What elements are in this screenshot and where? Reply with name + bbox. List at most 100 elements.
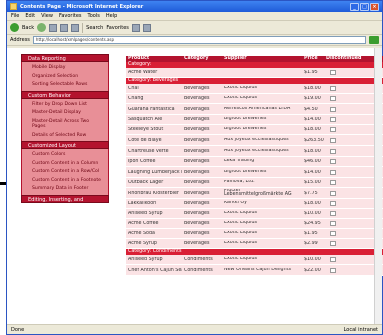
discontinued-checkbox[interactable] — [330, 169, 336, 175]
discontinued-checkbox[interactable] — [330, 96, 336, 101]
cell-supplier: Aux joyeux ecclésiastiques — [224, 137, 289, 142]
cell-product: Lakkalikööri — [128, 201, 157, 206]
back-icon[interactable] — [10, 23, 19, 32]
header-price[interactable]: Price — [302, 56, 324, 62]
cell-product: Rhönbräu Klosterbier — [128, 190, 179, 196]
cell-category: Beverages — [184, 96, 210, 101]
table-header: Product Category Supplier Price Disconti… — [126, 56, 383, 62]
minimize-button[interactable]: _ — [350, 2, 359, 11]
discontinued-checkbox[interactable] — [330, 257, 336, 262]
menu-favorites[interactable]: Favorites — [59, 13, 82, 19]
cell-supplier: Exotic Liquids — [224, 221, 257, 226]
cell-category: Beverages — [184, 180, 210, 185]
discontinued-checkbox[interactable] — [330, 117, 336, 122]
sidebar-item[interactable]: Details of Selected Row — [32, 133, 104, 139]
cell-category: Condiments — [184, 267, 213, 273]
cell-supplier: Leka Trading — [224, 159, 255, 164]
favorites-button[interactable]: Favorites — [106, 25, 129, 31]
mail-icon[interactable] — [142, 23, 151, 32]
history-icon[interactable] — [131, 23, 140, 32]
cell-product: Chai — [128, 86, 139, 91]
cell-category: Condiments — [184, 257, 213, 262]
cell-supplier: Bigfoot Breweries — [224, 127, 267, 132]
menu-help[interactable]: Help — [106, 13, 117, 19]
discontinued-checkbox[interactable] — [330, 267, 336, 273]
sidebar-item[interactable]: Master-Detail Display — [32, 110, 104, 116]
menu-edit[interactable]: Edit — [25, 13, 35, 19]
table-row: Acme Soda Beverages Exotic Liquids $1.95 — [126, 229, 383, 239]
cell-supplier: Aux joyeux ecclésiastiques — [224, 148, 289, 153]
discontinued-checkbox[interactable] — [330, 201, 336, 206]
forward-icon[interactable] — [37, 23, 47, 32]
discontinued-checkbox[interactable] — [330, 137, 336, 143]
sidebar-section-title[interactable]: Data Reporting — [21, 54, 109, 62]
cell-price: $18.00 — [304, 86, 321, 91]
cell-supplier: Exotic Liquids — [224, 96, 257, 101]
discontinued-checkbox[interactable] — [330, 148, 336, 154]
discontinued-checkbox[interactable] — [330, 221, 336, 226]
sidebar-item[interactable]: Custom Content in a Row/Col — [32, 169, 104, 175]
cell-product: Acme Coffee — [128, 221, 159, 226]
refresh-icon[interactable] — [60, 23, 69, 32]
cell-price: $19.00 — [304, 96, 321, 101]
table-row: Chang Beverages Exotic Liquids $19.00 — [126, 94, 383, 104]
table-row: Rhönbräu Klosterbier Beverages Plutzer Leb… — [126, 188, 383, 199]
discontinued-checkbox[interactable] — [330, 106, 336, 112]
sidebar-item[interactable]: Sorting Selectable Rows — [32, 82, 104, 88]
cell-category: Beverages — [184, 86, 210, 91]
table-row: Sasquatch Ale Beverages Bigfoot Breweries $… — [126, 115, 383, 125]
stop-icon[interactable] — [49, 23, 58, 32]
discontinued-checkbox[interactable] — [330, 180, 336, 185]
sidebar-section-title[interactable]: Custom Behavior — [21, 90, 109, 99]
cell-price: $7.75 — [304, 190, 318, 196]
sidebar-item[interactable]: Mobile Display — [32, 65, 104, 71]
cell-product: Outback Lager — [128, 180, 164, 185]
sidebar-item[interactable]: Custom Content in a Footnote — [32, 178, 104, 184]
maximize-button[interactable]: □ — [360, 2, 369, 11]
ie-icon — [10, 3, 17, 10]
home-icon[interactable] — [71, 23, 80, 32]
discontinued-checkbox[interactable] — [330, 241, 336, 246]
search-button[interactable]: Search — [86, 25, 103, 31]
sidebar-section-title[interactable]: Editing, Inserting, and — [21, 194, 109, 203]
menu-file[interactable]: File — [11, 13, 19, 19]
address-input[interactable]: http://localhost/xmlpages/contents.asp — [32, 36, 366, 44]
sidebar-section-title[interactable]: Customized Layout — [21, 141, 109, 149]
header-category[interactable]: Category — [182, 56, 222, 62]
menu-tools[interactable]: Tools — [88, 13, 100, 19]
close-button[interactable]: × — [370, 2, 379, 11]
cell-price: $46.00 — [304, 159, 321, 164]
discontinued-checkbox[interactable] — [330, 211, 336, 216]
cell-product: Chef Anton's Cajun Seasoning — [128, 267, 182, 273]
cell-price: $10.00 — [304, 257, 321, 262]
sidebar-item[interactable]: Organized Selection — [32, 74, 104, 80]
header-supplier[interactable]: Supplier — [222, 56, 302, 62]
discontinued-checkbox[interactable] — [330, 127, 336, 132]
cell-price: $22.00 — [304, 267, 321, 273]
sidebar-group: Filter by Drop Down List Master-Detail D… — [21, 98, 109, 141]
table-row: Acme Syrup Beverages Exotic Liquids $2.99 — [126, 239, 383, 249]
cell-category: Beverages — [184, 201, 210, 206]
sidebar-item[interactable]: Master-Detail Across Two Pages — [32, 119, 104, 130]
sidebar-item[interactable]: Summary Data in Footer — [32, 186, 104, 192]
menu-bar: File Edit View Favorites Tools Help — [7, 12, 382, 21]
cell-supplier: Pavlova, Ltd. — [224, 180, 255, 185]
cell-category: Beverages — [184, 221, 210, 226]
table-row: Steeleye Stout Beverages Bigfoot Breweries… — [126, 125, 383, 135]
go-button[interactable] — [369, 36, 379, 44]
back-label[interactable]: Back — [22, 25, 34, 31]
menu-view[interactable]: View — [41, 13, 53, 19]
discontinued-checkbox[interactable] — [330, 190, 336, 196]
discontinued-checkbox[interactable] — [330, 70, 336, 75]
vertical-scrollbar[interactable] — [374, 48, 382, 324]
table-row: Laughing Lumberjack LagerBeverages Bigfoo… — [126, 167, 383, 178]
sidebar-item[interactable]: Filter by Drop Down List — [32, 102, 104, 108]
sidebar-item[interactable]: Custom Colors — [32, 152, 104, 158]
sidebar-item[interactable]: Custom Content in a Column — [32, 161, 104, 167]
discontinued-checkbox[interactable] — [330, 159, 336, 164]
cell-category: Beverages — [184, 211, 210, 216]
address-label: Address — [10, 37, 30, 43]
title-bar: Contents Page - Microsoft Internet Explo… — [7, 1, 382, 12]
discontinued-checkbox[interactable] — [330, 231, 336, 236]
discontinued-checkbox[interactable] — [330, 86, 336, 91]
